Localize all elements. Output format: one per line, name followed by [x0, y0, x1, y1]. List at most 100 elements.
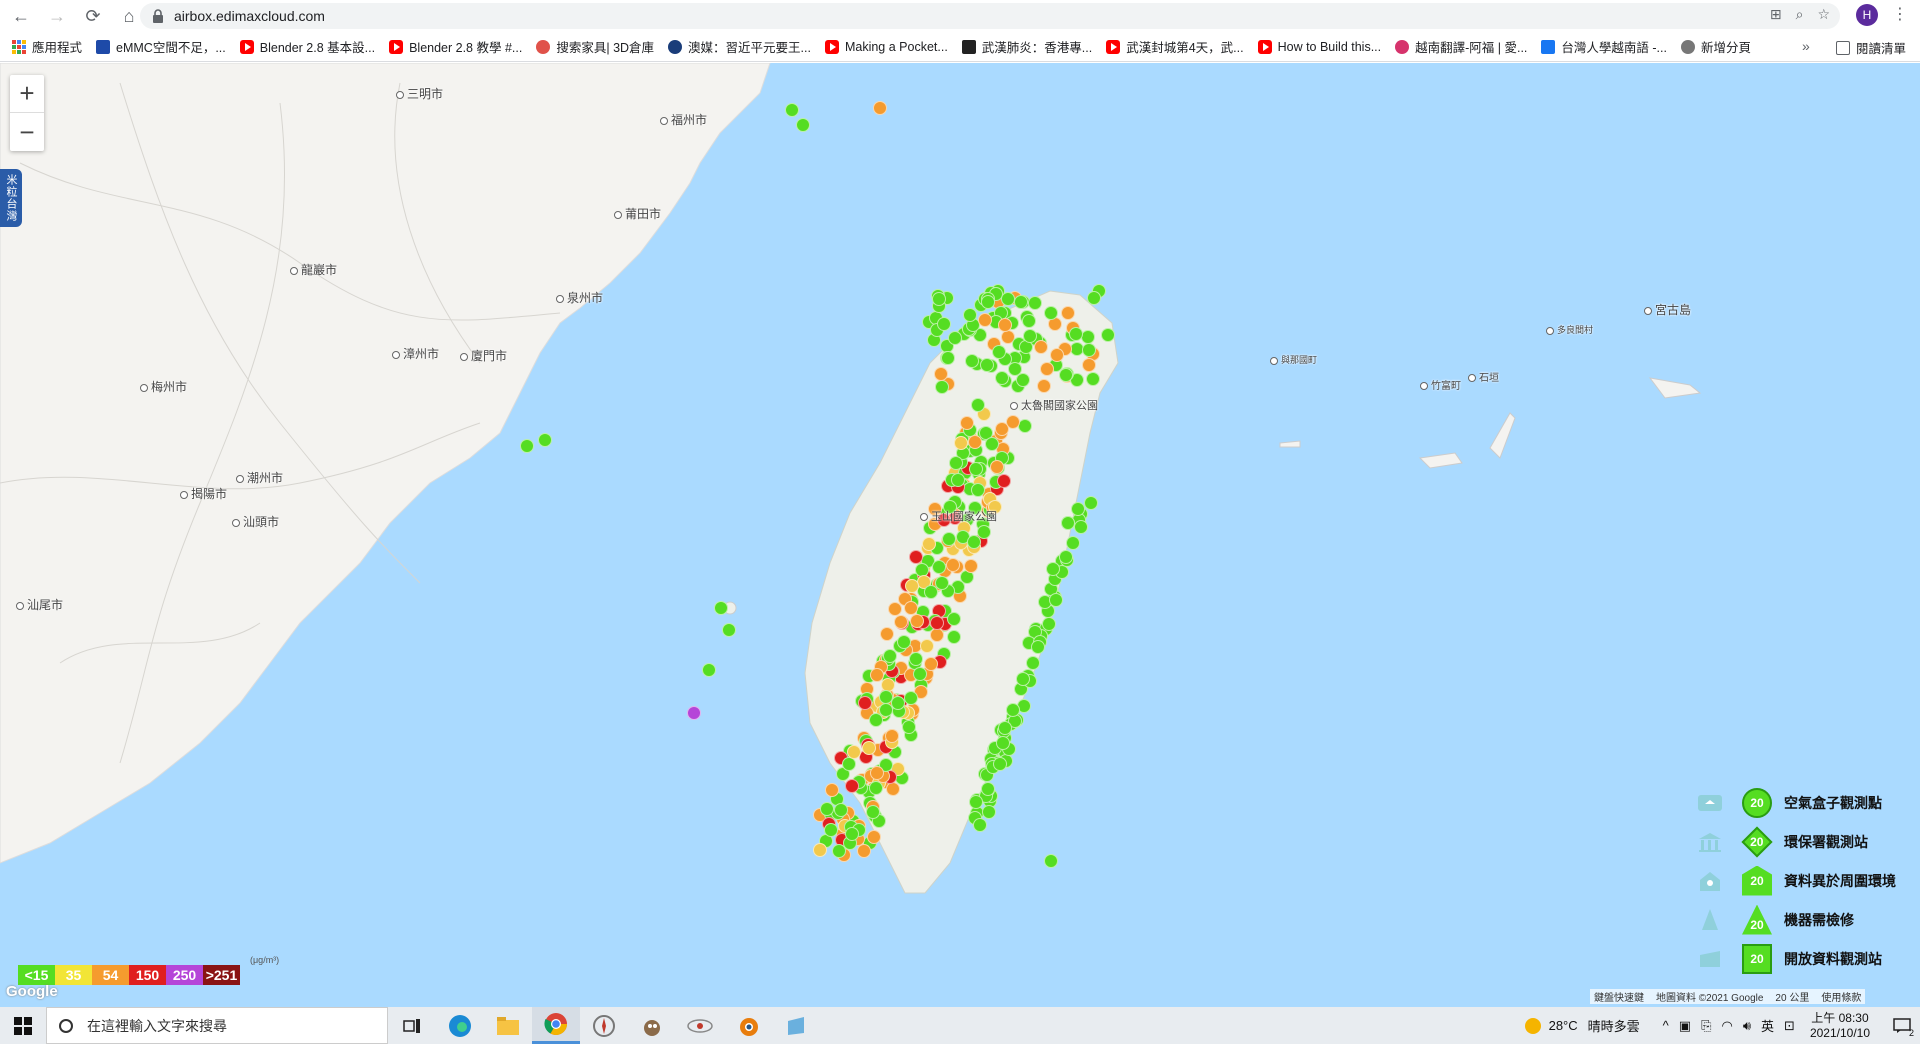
sensor-marker[interactable] — [520, 439, 534, 453]
weather-widget[interactable]: 28°C 晴時多雲 — [1524, 1016, 1640, 1035]
sensor-marker[interactable] — [924, 584, 939, 599]
sensor-marker[interactable] — [796, 118, 810, 132]
bookmark-item[interactable]: 新增分頁 — [1680, 37, 1751, 56]
sensor-marker[interactable] — [980, 781, 995, 796]
bookmark-item[interactable]: 武漢封城第4天，武... — [1106, 37, 1244, 56]
bookmark-item[interactable]: Blender 2.8 教學 #... — [389, 37, 522, 56]
sensor-marker[interactable] — [1044, 854, 1058, 868]
bookmark-item[interactable]: 武漢肺炎：香港專... — [961, 37, 1092, 56]
sensor-marker[interactable] — [1046, 561, 1061, 576]
sensor-marker[interactable] — [824, 822, 839, 837]
speaker-icon[interactable]: 🔊︎ — [1743, 1018, 1751, 1034]
bookmark-apps[interactable]: 應用程式 — [12, 37, 82, 56]
sensor-marker[interactable] — [722, 623, 736, 637]
bookmark-item[interactable]: 澳媒：習近平元要王... — [668, 37, 811, 56]
sensor-marker[interactable] — [940, 351, 955, 366]
sensor-marker[interactable] — [963, 558, 978, 573]
sensor-marker[interactable] — [896, 634, 911, 649]
chevron-up-icon[interactable]: ^ — [1663, 1018, 1669, 1033]
translate-icon[interactable]: ⊞ — [1770, 6, 1782, 23]
reload-icon[interactable]: ⟳ — [78, 1, 108, 31]
sensor-marker[interactable] — [996, 735, 1011, 750]
sensor-marker[interactable] — [969, 794, 984, 809]
sensor-marker[interactable] — [1039, 361, 1054, 376]
sensor-marker[interactable] — [1070, 501, 1085, 516]
sensor-marker[interactable] — [1058, 368, 1073, 383]
sensor-marker[interactable] — [908, 549, 923, 564]
sensor-marker[interactable] — [933, 367, 948, 382]
sensor-marker[interactable] — [909, 613, 924, 628]
sensor-marker[interactable] — [1025, 655, 1040, 670]
drone-app-icon[interactable] — [676, 1007, 724, 1044]
sensor-marker[interactable] — [997, 317, 1012, 332]
sensor-marker[interactable] — [996, 473, 1011, 488]
zoom-in-button[interactable]: + — [10, 75, 44, 113]
sensor-marker[interactable] — [812, 842, 827, 857]
forward-arrow-icon[interactable]: → — [42, 1, 72, 31]
sensor-marker[interactable] — [1033, 340, 1048, 354]
bookmarks-more-chevron-icon[interactable]: » — [1802, 38, 1810, 54]
sensor-marker[interactable] — [1082, 342, 1097, 357]
sensor-marker[interactable] — [959, 416, 974, 431]
sensor-marker[interactable] — [687, 706, 701, 720]
sensor-marker[interactable] — [538, 433, 552, 447]
side-panel-tab[interactable]: 米粒台灣 — [0, 169, 22, 227]
sensor-marker[interactable] — [714, 601, 728, 615]
bookmark-item[interactable]: How to Build this... — [1257, 39, 1381, 54]
menu-kebab-icon[interactable]: ⋮ — [1890, 4, 1910, 26]
blender-icon[interactable] — [724, 1007, 772, 1044]
sensor-marker[interactable] — [923, 656, 938, 671]
sensor-marker[interactable] — [702, 663, 716, 677]
sensor-marker[interactable] — [941, 532, 956, 547]
notification-center-icon[interactable]: 2 — [1884, 1007, 1920, 1044]
bookmark-item[interactable]: 越南翻譯-阿福 | 愛... — [1395, 37, 1527, 56]
compass-app-icon[interactable] — [580, 1007, 628, 1044]
ime-indicator[interactable]: 英 — [1761, 1016, 1774, 1035]
chrome-icon[interactable] — [532, 1007, 580, 1044]
gimp-icon[interactable] — [628, 1007, 676, 1044]
installer-app-icon[interactable] — [772, 1007, 820, 1044]
sensor-marker[interactable] — [1083, 496, 1098, 511]
usb-icon[interactable]: ⎘ — [1701, 1018, 1711, 1034]
address-bar[interactable]: airbox.edimaxcloud.com ⊞ ⌕ ☆ — [140, 3, 1840, 29]
bookmark-item[interactable]: Making a Pocket... — [824, 39, 948, 54]
sensor-marker[interactable] — [856, 844, 871, 859]
bookmark-item[interactable]: eMMC空間不足，... — [96, 37, 226, 56]
file-explorer-icon[interactable] — [484, 1007, 532, 1044]
profile-avatar[interactable]: H — [1856, 4, 1878, 26]
sensor-marker[interactable] — [953, 435, 968, 450]
meeting-icon[interactable]: ▣ — [1679, 1018, 1691, 1034]
sensor-marker[interactable] — [873, 101, 887, 115]
taskbar-search-box[interactable]: 在這裡輸入文字來搜尋 — [46, 1007, 388, 1044]
sensor-marker[interactable] — [970, 482, 985, 497]
sensor-marker[interactable] — [991, 344, 1006, 359]
sensor-marker[interactable] — [946, 558, 960, 572]
sensor-marker[interactable] — [932, 291, 947, 306]
air-quality-map[interactable]: 三明市 福州市 莆田市 龍巖市 泉州市 漳州市 廈門市 梅州市 潮州市 揭陽市 … — [0, 63, 1920, 1007]
sensor-marker[interactable] — [921, 536, 936, 551]
sensor-marker[interactable] — [1022, 328, 1037, 343]
sensor-marker[interactable] — [908, 652, 923, 667]
sensor-marker[interactable] — [1100, 327, 1115, 342]
sensor-marker[interactable] — [869, 766, 884, 781]
sensor-marker[interactable] — [841, 757, 856, 772]
sensor-marker[interactable] — [935, 575, 950, 590]
input-mode-icon[interactable]: ⊡ — [1784, 1018, 1795, 1034]
sensor-marker[interactable] — [994, 421, 1009, 436]
sensor-marker[interactable] — [1086, 291, 1101, 306]
sensor-marker[interactable] — [929, 615, 944, 630]
keyboard-shortcuts-link[interactable]: 鍵盤快速鍵 — [1594, 989, 1644, 1004]
zoom-out-button[interactable]: − — [10, 113, 44, 151]
sensor-marker[interactable] — [1059, 549, 1074, 564]
sensor-marker[interactable] — [967, 435, 982, 450]
zoom-icon[interactable]: ⌕ — [1796, 6, 1804, 23]
sensor-marker[interactable] — [966, 535, 981, 550]
wifi-icon[interactable]: ◠ — [1721, 1018, 1732, 1034]
sensor-marker[interactable] — [893, 615, 908, 630]
terms-link[interactable]: 使用條款 — [1821, 989, 1861, 1004]
sensor-marker[interactable] — [904, 690, 919, 705]
sensor-marker[interactable] — [984, 436, 999, 451]
sensor-marker[interactable] — [857, 695, 872, 710]
sensor-marker[interactable] — [1015, 672, 1030, 687]
back-arrow-icon[interactable]: ← — [6, 1, 36, 31]
